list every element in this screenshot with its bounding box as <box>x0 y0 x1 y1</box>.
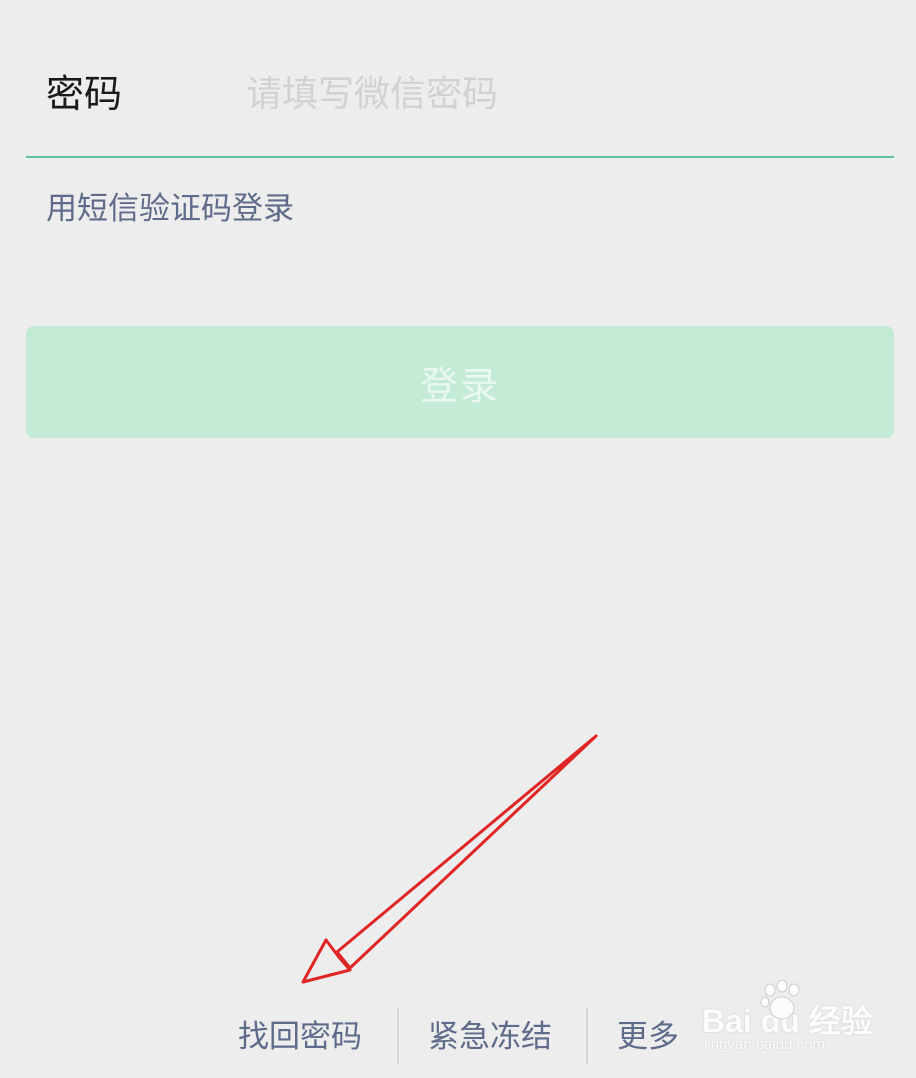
login-button[interactable]: 登录 <box>26 326 894 438</box>
watermark-url: jingyan.baidu.com <box>704 1036 825 1053</box>
more-link[interactable]: 更多 <box>617 1012 679 1062</box>
footer-divider <box>397 1008 399 1064</box>
sms-login-link[interactable]: 用短信验证码登录 <box>46 186 294 232</box>
footer-divider <box>586 1008 588 1064</box>
paw-icon <box>760 980 800 1020</box>
baidu-jingyan-watermark: Bai du 经验 jingyan.baidu.com <box>700 978 900 1068</box>
login-button-label: 登录 <box>419 363 500 408</box>
password-label: 密码 <box>46 72 123 116</box>
annotation-arrow-icon <box>301 734 598 984</box>
password-row: 密码 <box>26 40 894 158</box>
forgot-password-link[interactable]: 找回密码 <box>238 1012 362 1062</box>
emergency-freeze-link[interactable]: 紧急冻结 <box>428 1012 552 1062</box>
password-input[interactable] <box>246 66 866 122</box>
